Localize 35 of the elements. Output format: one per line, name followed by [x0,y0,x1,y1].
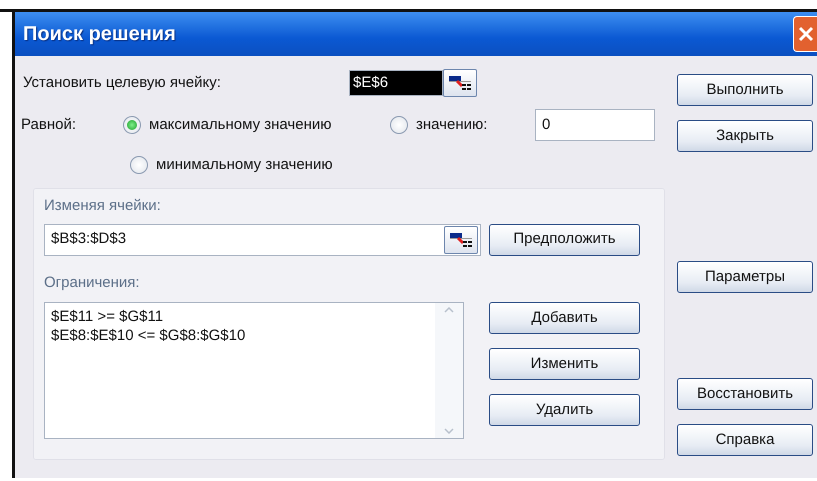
radio-label[interactable]: значению: [416,114,488,136]
radio-button[interactable] [130,156,148,174]
constraint-button[interactable]: Изменить [489,348,640,380]
window-title: Поиск решения [22,22,176,47]
cell-reference-button[interactable] [443,69,477,97]
group-label: Ограничения: [44,272,141,292]
collapse-dialog-icon [448,75,472,91]
value-field[interactable]: 0 [535,109,655,141]
scrollbar[interactable] [435,303,463,438]
list-item[interactable]: $E$11 >= $G$11 [51,307,429,326]
radio-label[interactable]: максимальному значению [149,114,332,136]
cell-reference-button[interactable] [444,226,478,254]
field-label: Установить целевую ячейку: [22,72,222,93]
radio-button[interactable] [123,116,141,134]
dialog-button[interactable]: Параметры [677,261,813,293]
radio-label[interactable]: минимальному значению [156,154,333,176]
target-cell-field[interactable]: $E$6 [349,70,443,96]
close-button[interactable] [793,16,817,52]
collapse-dialog-icon [449,232,473,248]
group-label: Изменяя ячейки: [44,196,162,216]
field-label: Равной: [21,114,77,135]
constraint-button[interactable]: Добавить [489,302,640,334]
radio-button[interactable] [390,116,408,134]
constraints-list[interactable]: $E$11 >= $G$11 $E$8:$E$10 <= $G$8:$G$10 [44,302,464,439]
dialog-button[interactable]: Закрыть [677,120,813,152]
scroll-up-icon[interactable] [444,307,454,313]
list-item[interactable]: $E$8:$E$10 <= $G$8:$G$10 [51,326,429,345]
dialog-button[interactable]: Выполнить [677,74,813,106]
changing-cells-field[interactable]: $B$3:$D$3 [44,224,481,256]
scroll-down-icon[interactable] [444,428,454,434]
dialog-button[interactable]: Восстановить [677,378,813,410]
close-icon [796,25,814,43]
guess-button[interactable]: Предположить [489,224,640,256]
dialog-button[interactable]: Справка [677,424,813,456]
constraint-button[interactable]: Удалить [489,394,640,426]
